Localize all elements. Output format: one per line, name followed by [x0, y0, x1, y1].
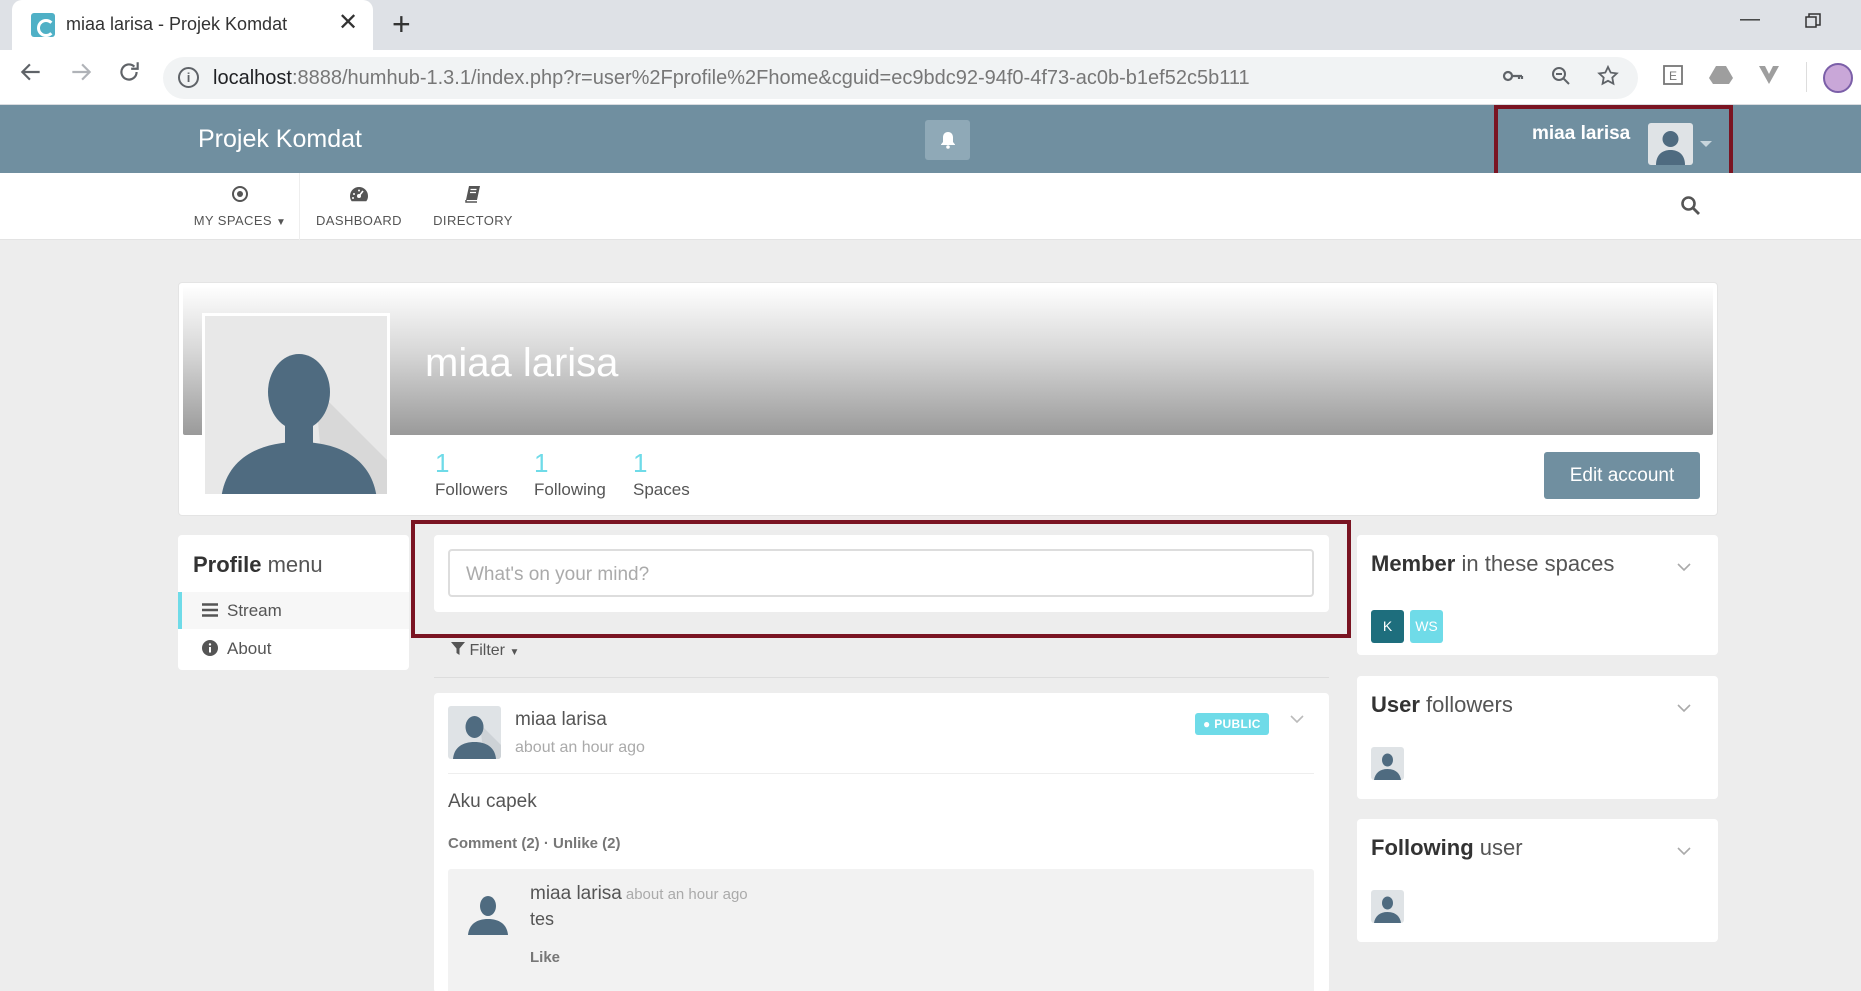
- search-icon[interactable]: [1680, 195, 1701, 221]
- profile-menu-title: Profile menu: [193, 552, 323, 577]
- new-tab-button[interactable]: +: [392, 6, 411, 42]
- visibility-badge: ● PUBLIC: [1195, 713, 1269, 735]
- post-actions[interactable]: Comment (2) · Unlike (2): [448, 835, 621, 852]
- restore-icon[interactable]: [1805, 12, 1821, 35]
- bell-icon: [941, 132, 955, 149]
- key-icon[interactable]: [1501, 64, 1525, 94]
- stat-followers[interactable]: 1 Followers: [435, 448, 508, 500]
- user-followers-panel: User followers: [1357, 676, 1718, 799]
- notifications-button[interactable]: [925, 120, 970, 160]
- profile-name: miaa larisa: [425, 341, 619, 385]
- globe-icon: ●: [1203, 717, 1211, 731]
- back-icon[interactable]: [18, 59, 44, 91]
- profile-menu: Profile menu Stream About: [178, 535, 409, 670]
- vivaldi-icon[interactable]: [1757, 64, 1781, 92]
- address-input[interactable]: i localhost:8888/humhub-1.3.1/index.php?…: [163, 57, 1638, 99]
- panel-title: User followers: [1371, 692, 1513, 717]
- comment: miaa larisa about an hour ago tes Like: [448, 869, 1314, 991]
- comment-time: about an hour ago: [625, 886, 748, 903]
- zoom-icon[interactable]: [1549, 64, 1573, 94]
- comment-author[interactable]: miaa larisa about an hour ago: [530, 883, 748, 905]
- drive-icon[interactable]: [1708, 64, 1734, 92]
- caret-down-icon: ▼: [275, 217, 287, 228]
- highlight-box-post-input: [411, 520, 1351, 638]
- post-author[interactable]: miaa larisa: [515, 709, 607, 731]
- stat-spaces[interactable]: 1 Spaces: [633, 448, 690, 500]
- filter-button[interactable]: Filter ▼: [451, 642, 519, 660]
- menu-item-label: Stream: [227, 601, 282, 620]
- bars-icon: [202, 602, 218, 622]
- toolbar-divider: [1806, 62, 1807, 92]
- forward-icon[interactable]: [68, 59, 94, 91]
- space-tile[interactable]: K: [1371, 610, 1404, 643]
- comment-author-avatar[interactable]: [464, 887, 512, 935]
- following-avatar[interactable]: [1371, 890, 1404, 923]
- stat-label: Followers: [435, 480, 508, 499]
- post-author-avatar[interactable]: [448, 706, 501, 759]
- stream-post: miaa larisa about an hour ago ● PUBLIC A…: [434, 693, 1329, 991]
- divider: [434, 677, 1329, 678]
- nav-label: DASHBOARD: [316, 213, 402, 228]
- post-text: Aku capek: [448, 791, 537, 812]
- member-spaces-panel: Member in these spaces K WS: [1357, 535, 1718, 655]
- main-navigation: MY SPACES ▼ DASHBOARD DIRECTORY: [0, 173, 1861, 240]
- menu-item-stream[interactable]: Stream: [178, 592, 409, 629]
- dashboard-icon: [312, 185, 406, 205]
- star-icon[interactable]: [1596, 64, 1620, 94]
- stat-value: 1: [633, 448, 648, 478]
- stat-label: Spaces: [633, 480, 690, 499]
- dot-circle-icon: [190, 185, 290, 205]
- nav-directory[interactable]: DIRECTORY: [430, 173, 516, 240]
- humhub-favicon-icon: [31, 13, 55, 37]
- filter-label: Filter: [469, 642, 506, 659]
- stat-value: 1: [534, 448, 549, 478]
- divider: [448, 773, 1314, 774]
- space-tile[interactable]: WS: [1410, 610, 1443, 643]
- panel-title: Member in these spaces: [1371, 551, 1615, 576]
- menu-item-label: About: [227, 639, 272, 658]
- profile-image[interactable]: [202, 313, 390, 497]
- browser-profile-icon[interactable]: [1823, 63, 1853, 93]
- stat-following[interactable]: 1 Following: [534, 448, 606, 500]
- like-button[interactable]: Like: [530, 949, 560, 966]
- chevron-down-icon[interactable]: [1677, 559, 1691, 577]
- follower-avatar[interactable]: [1371, 747, 1404, 780]
- post-time[interactable]: about an hour ago: [515, 739, 645, 757]
- menu-item-about[interactable]: About: [178, 630, 409, 667]
- chevron-down-icon[interactable]: [1677, 843, 1691, 861]
- chevron-down-icon[interactable]: [1677, 700, 1691, 718]
- caret-down-icon: ▼: [509, 647, 520, 658]
- nav-label: DIRECTORY: [433, 213, 513, 228]
- info-circle-icon: [202, 640, 218, 661]
- browser-address-bar: i localhost:8888/humhub-1.3.1/index.php?…: [0, 50, 1861, 105]
- panel-title: Following user: [1371, 835, 1523, 860]
- svg-text:E: E: [1669, 69, 1677, 83]
- browser-tab[interactable]: miaa larisa - Projek Komdat ✕: [12, 0, 373, 50]
- info-icon[interactable]: i: [178, 67, 199, 88]
- tab-title: miaa larisa - Projek Komdat: [66, 14, 288, 34]
- reload-icon[interactable]: [116, 59, 142, 91]
- nav-divider: [299, 173, 300, 240]
- nav-label: MY SPACES: [193, 213, 272, 228]
- minimize-icon[interactable]: —: [1740, 8, 1760, 31]
- stat-label: Following: [534, 480, 606, 499]
- brand-title[interactable]: Projek Komdat: [198, 125, 362, 154]
- nav-dashboard[interactable]: DASHBOARD: [312, 173, 406, 240]
- stat-value: 1: [435, 448, 450, 478]
- extension-e-icon[interactable]: E: [1662, 64, 1684, 92]
- filter-icon: [451, 642, 465, 659]
- comment-text: tes: [530, 909, 555, 929]
- browser-tab-strip: miaa larisa - Projek Komdat ✕ + —: [0, 0, 1861, 50]
- profile-header: miaa larisa 1 Followers 1 Following 1 Sp…: [178, 282, 1718, 516]
- book-icon: [430, 185, 516, 205]
- profile-banner: [183, 287, 1713, 435]
- tab-close-icon[interactable]: ✕: [338, 10, 358, 36]
- following-user-panel: Following user: [1357, 819, 1718, 942]
- nav-my-spaces[interactable]: MY SPACES ▼: [190, 173, 290, 240]
- chevron-down-icon[interactable]: [1290, 711, 1304, 729]
- edit-account-button[interactable]: Edit account: [1544, 452, 1700, 499]
- url-text[interactable]: localhost:8888/humhub-1.3.1/index.php?r=…: [213, 67, 1250, 90]
